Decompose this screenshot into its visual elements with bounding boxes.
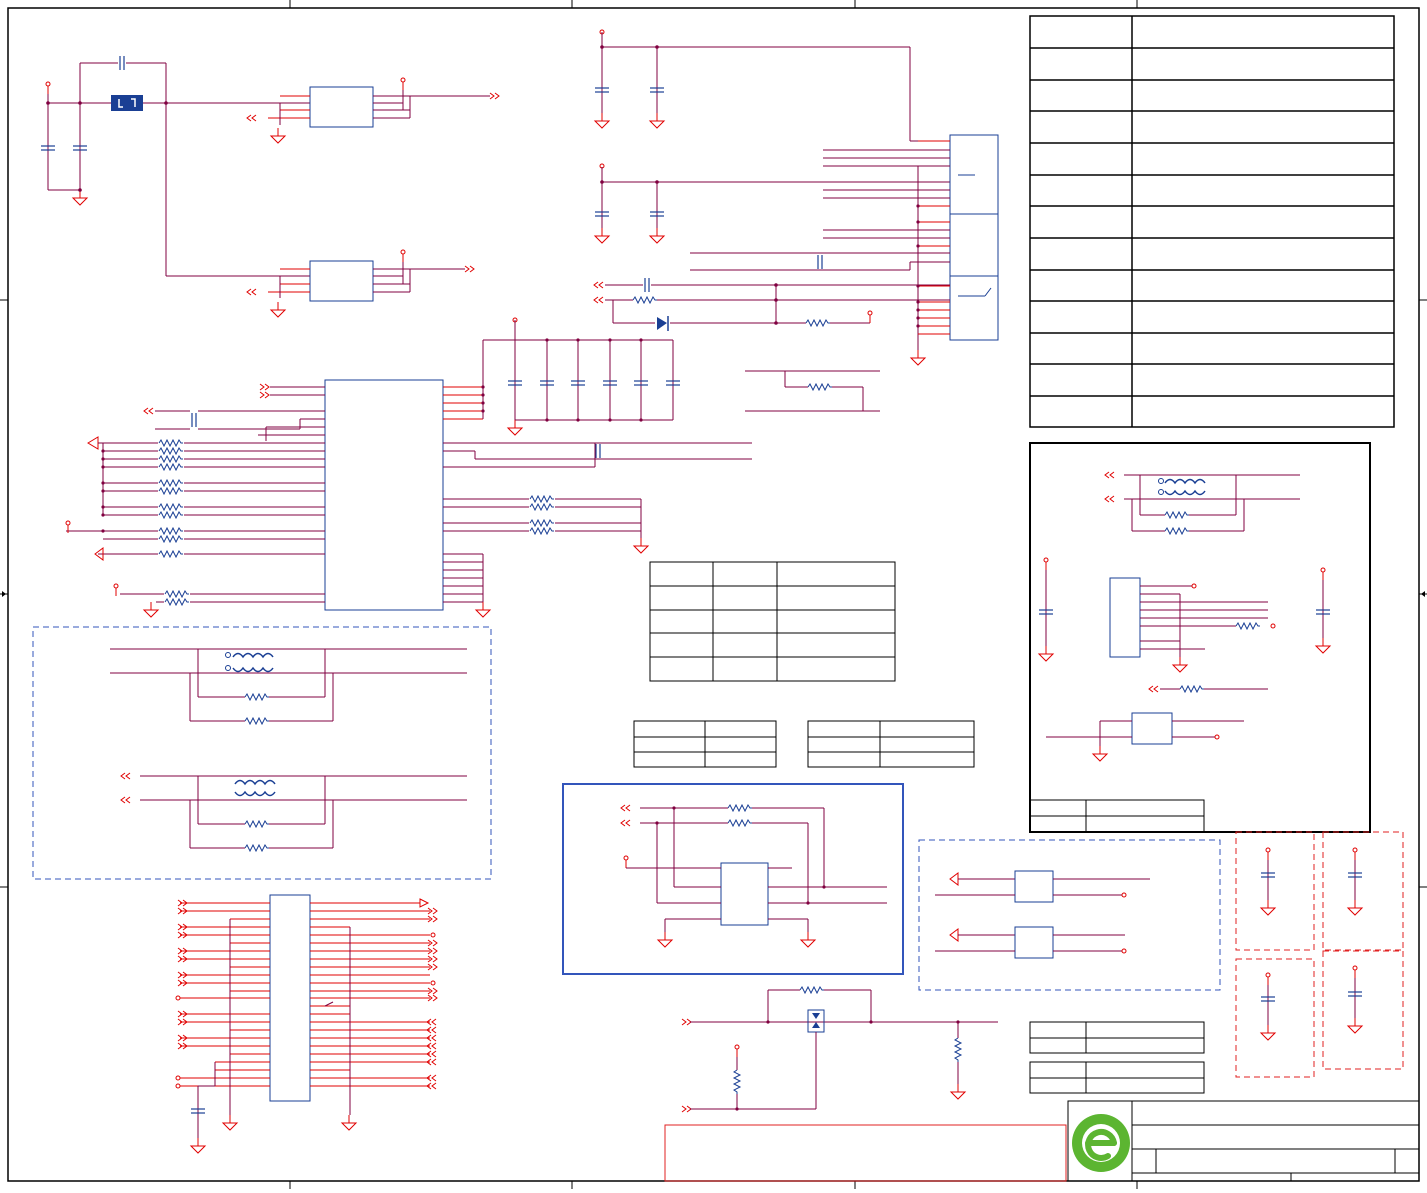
schematic-canvas [0, 0, 1427, 1189]
header-connector [175, 894, 438, 1154]
ground-arrow-icon [87, 436, 99, 450]
supply-decoupling-block [594, 29, 950, 244]
main-ic-block [65, 317, 880, 618]
interface-block [562, 783, 904, 975]
revision-table [1029, 15, 1395, 428]
decoupling-caps-grid [1235, 831, 1404, 1078]
crystal-icon [111, 95, 143, 111]
note-tables [1029, 1021, 1205, 1094]
dual-diode-icon [807, 1009, 825, 1033]
led-driver-block [918, 839, 1221, 991]
diode-icon [657, 316, 669, 331]
magnetics-block-left [32, 626, 492, 880]
transformer-icon [234, 779, 276, 797]
schematic-sheet [0, 0, 1427, 1189]
transformer-icon [1158, 478, 1206, 496]
notes-box [664, 1124, 1067, 1182]
config-table-1 [649, 561, 896, 682]
main-connector [593, 134, 999, 366]
green-e-logo [1072, 1114, 1130, 1172]
crystal-oscillator-block [40, 55, 500, 318]
secondary-magnetics-block [1029, 442, 1371, 833]
reset-circuit [681, 986, 998, 1113]
transformer-icon [225, 652, 274, 673]
config-table-2 [633, 720, 975, 768]
